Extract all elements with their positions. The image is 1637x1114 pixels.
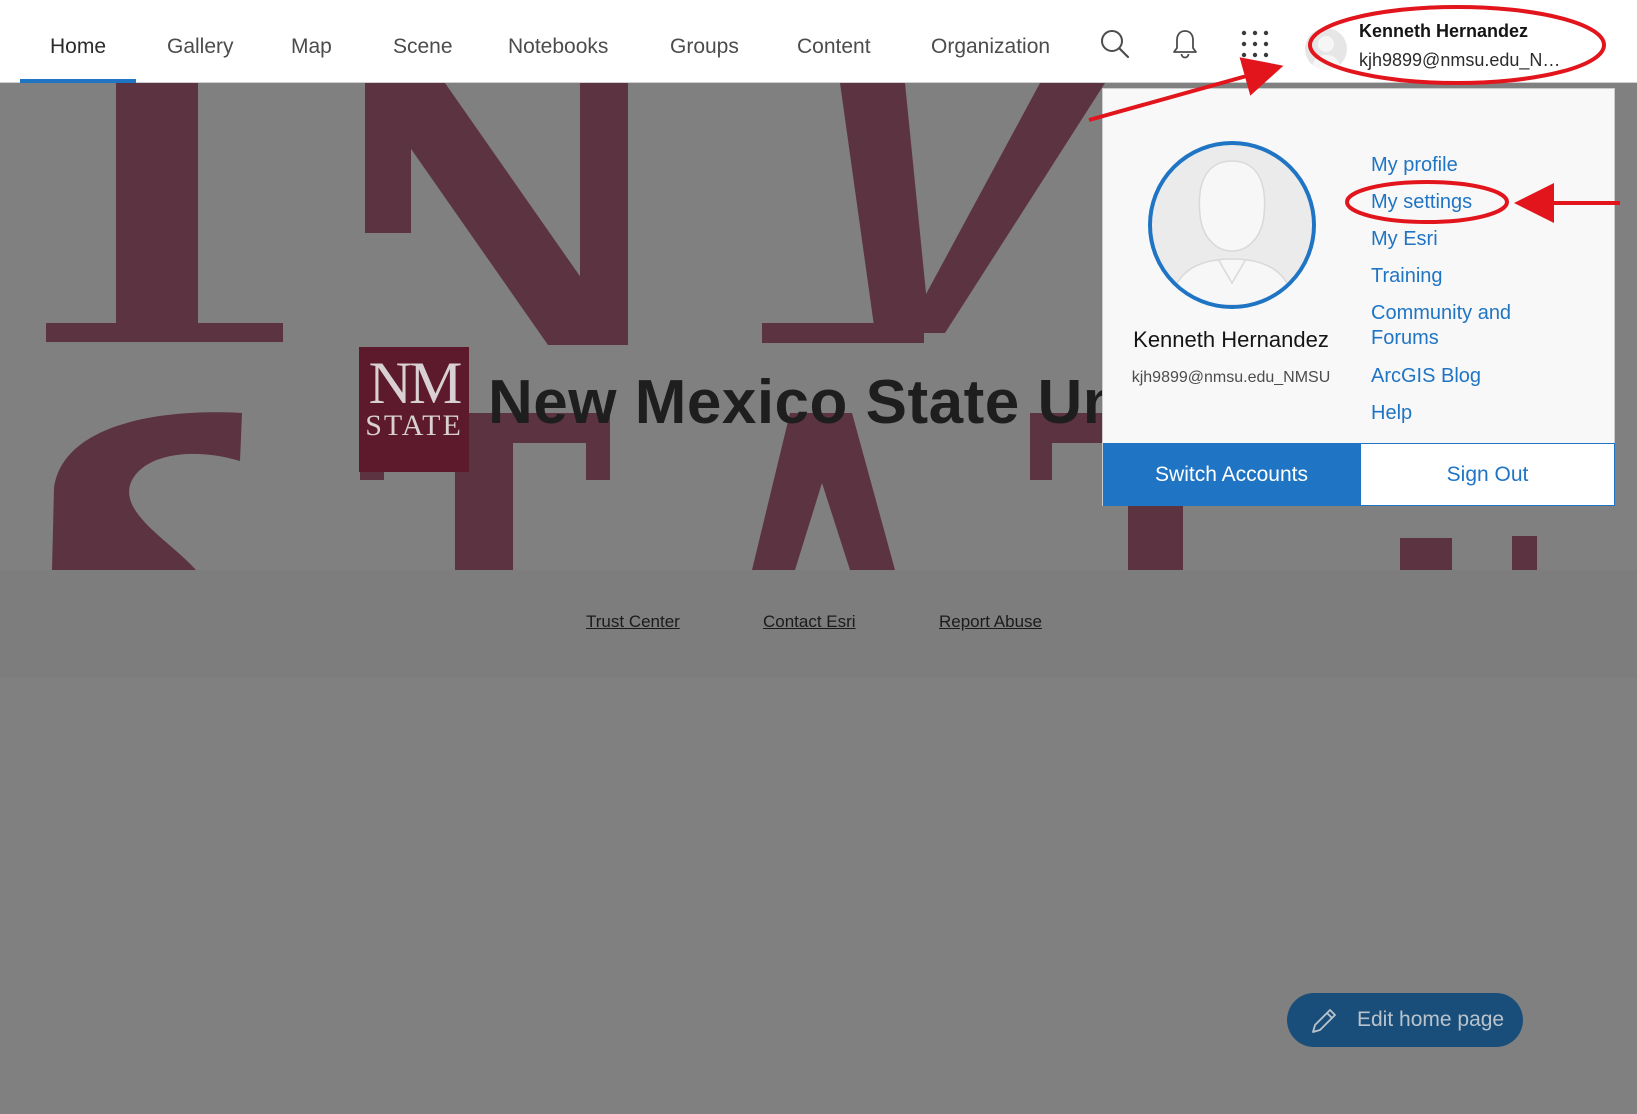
nav-home[interactable]: Home bbox=[20, 0, 136, 83]
contact-esri-link[interactable]: Contact Esri bbox=[763, 612, 856, 632]
arcgis-blog-link[interactable]: ArcGIS Blog bbox=[1371, 364, 1481, 389]
my-profile-link[interactable]: My profile bbox=[1371, 153, 1458, 178]
report-abuse-link[interactable]: Report Abuse bbox=[939, 612, 1042, 632]
page-title: New Mexico State Uni bbox=[488, 368, 1139, 437]
bell-icon[interactable] bbox=[1169, 28, 1201, 60]
nav-content[interactable]: Content bbox=[797, 0, 871, 83]
account-email: kjh9899@nmsu.edu_NMSU bbox=[1359, 50, 1569, 70]
account-dropdown: Kenneth Hernandez kjh9899@nmsu.edu_NMSU … bbox=[1102, 88, 1615, 506]
nav-groups[interactable]: Groups bbox=[670, 0, 739, 83]
community-forums-line2: Forums bbox=[1371, 327, 1439, 349]
nav-map[interactable]: Map bbox=[291, 0, 332, 83]
community-forums-link[interactable]: Community and Forums bbox=[1371, 301, 1511, 351]
profile-email: kjh9899@nmsu.edu_NMSU bbox=[1131, 369, 1331, 386]
account-name: Kenneth Hernandez bbox=[1359, 21, 1529, 41]
my-settings-link[interactable]: My settings bbox=[1371, 190, 1472, 215]
switch-accounts-button[interactable]: Switch Accounts bbox=[1103, 443, 1360, 506]
search-icon[interactable] bbox=[1099, 28, 1131, 60]
nav-organization[interactable]: Organization bbox=[931, 0, 1050, 83]
sign-out-button[interactable]: Sign Out bbox=[1360, 443, 1615, 506]
profile-avatar bbox=[1148, 141, 1316, 309]
footer: Trust Center Contact Esri Report Abuse bbox=[0, 570, 1637, 678]
nmsu-logo: NM STATE bbox=[359, 347, 469, 472]
top-navigation: Home Gallery Map Scene Notebooks Groups … bbox=[0, 0, 1637, 83]
community-forums-line1: Community and bbox=[1371, 302, 1512, 324]
account-menu-button[interactable]: Kenneth Hernandez kjh9899@nmsu.edu_NMSU bbox=[1295, 10, 1613, 83]
nav-notebooks[interactable]: Notebooks bbox=[508, 0, 608, 83]
trust-center-link[interactable]: Trust Center bbox=[586, 612, 680, 632]
nav-scene[interactable]: Scene bbox=[393, 0, 453, 83]
user-silhouette-icon bbox=[1169, 160, 1295, 305]
user-silhouette-icon bbox=[1311, 36, 1341, 70]
profile-name: Kenneth Hernandez bbox=[1133, 327, 1329, 352]
my-esri-link[interactable]: My Esri bbox=[1371, 227, 1438, 252]
pencil-icon bbox=[1312, 1009, 1336, 1033]
app-launcher-icon[interactable] bbox=[1239, 28, 1271, 60]
help-link[interactable]: Help bbox=[1371, 401, 1412, 426]
training-link[interactable]: Training bbox=[1371, 264, 1443, 289]
nav-gallery[interactable]: Gallery bbox=[167, 0, 234, 83]
edit-home-page-button[interactable]: Edit home page bbox=[1287, 993, 1523, 1047]
avatar bbox=[1305, 28, 1347, 70]
edit-home-page-label: Edit home page bbox=[1357, 1008, 1505, 1031]
